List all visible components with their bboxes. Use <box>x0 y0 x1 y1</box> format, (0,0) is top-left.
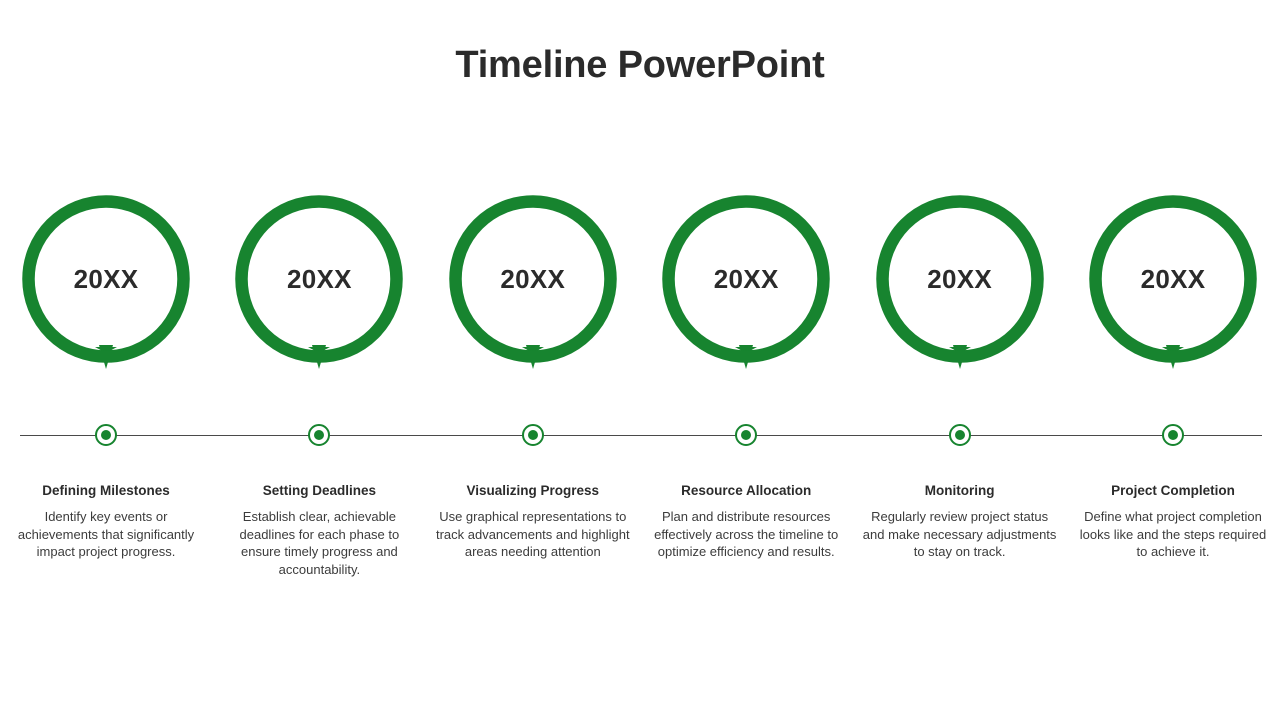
year-label: 20XX <box>1140 263 1206 294</box>
step-title: Resource Allocation <box>681 483 812 498</box>
year-label: 20XX <box>927 263 992 294</box>
step-description: Use graphical representations to track a… <box>435 509 630 559</box>
year-label: 20XX <box>286 263 352 294</box>
timeline-step[interactable]: 20XX Resource Allocation Plan and distribu… <box>639 0 853 720</box>
timeline-marker-dot[interactable] <box>521 424 544 446</box>
step-description: Identify key events or achievements that… <box>17 509 195 559</box>
year-pin[interactable]: 20XX <box>662 195 830 369</box>
step-title: Defining Milestones <box>42 483 170 498</box>
timeline-step[interactable]: 20XX Visualizing Progress Use graphical re… <box>426 0 640 720</box>
year-label: 20XX <box>73 263 139 294</box>
year-pin[interactable]: 20XX <box>875 195 1044 369</box>
step-caption: Setting Deadlines Establish clear, achiev… <box>219 482 419 578</box>
step-caption: Defining Milestones Identify key events o… <box>6 482 206 561</box>
year-pin[interactable]: 20XX <box>1089 195 1257 369</box>
year-pin[interactable]: 20XX <box>449 195 617 369</box>
step-title: Setting Deadlines <box>262 483 377 498</box>
marker-core <box>527 430 538 440</box>
timeline-marker-dot[interactable] <box>735 424 758 446</box>
step-title: Visualizing Progress <box>466 483 600 498</box>
marker-core <box>741 430 752 440</box>
timeline-marker-dot[interactable] <box>308 424 331 446</box>
step-caption: Project Completion Define what project co… <box>1073 482 1273 561</box>
timeline-stage: 20XX Defining Milestones Identify key even… <box>0 0 1280 720</box>
timeline-step[interactable]: 20XX Setting Deadlines Establish clear, ac… <box>212 0 426 720</box>
marker-core <box>314 430 325 440</box>
step-description: Regularly review project status and make… <box>862 509 1057 559</box>
year-pin[interactable]: 20XX <box>235 195 404 369</box>
timeline-marker-dot[interactable] <box>1162 424 1184 446</box>
year-pin[interactable]: 20XX <box>22 195 190 369</box>
timeline-marker-dot[interactable] <box>95 424 117 446</box>
step-caption: Monitoring Regularly review project statu… <box>860 482 1060 561</box>
step-description: Plan and distribute resources effectivel… <box>654 509 839 559</box>
marker-core <box>101 430 111 440</box>
timeline-marker-dot[interactable] <box>948 424 971 446</box>
timeline-step[interactable]: 20XX Defining Milestones Identify key even… <box>0 0 213 720</box>
step-title: Monitoring <box>924 483 995 498</box>
marker-core <box>954 430 965 440</box>
timeline-step[interactable]: 20XX Project Completion Define what projec… <box>1066 0 1280 720</box>
step-caption: Resource Allocation Plan and distribute r… <box>646 482 846 561</box>
marker-core <box>1168 430 1178 440</box>
step-title: Project Completion <box>1111 483 1235 498</box>
step-description: Establish clear, achievable deadlines fo… <box>239 509 400 577</box>
year-label: 20XX <box>500 263 566 294</box>
step-caption: Visualizing Progress Use graphical repres… <box>433 482 633 561</box>
step-description: Define what project completion looks lik… <box>1079 509 1267 559</box>
year-label: 20XX <box>713 263 779 294</box>
timeline-step[interactable]: 20XX Monitoring Regularly review project s… <box>853 0 1067 720</box>
